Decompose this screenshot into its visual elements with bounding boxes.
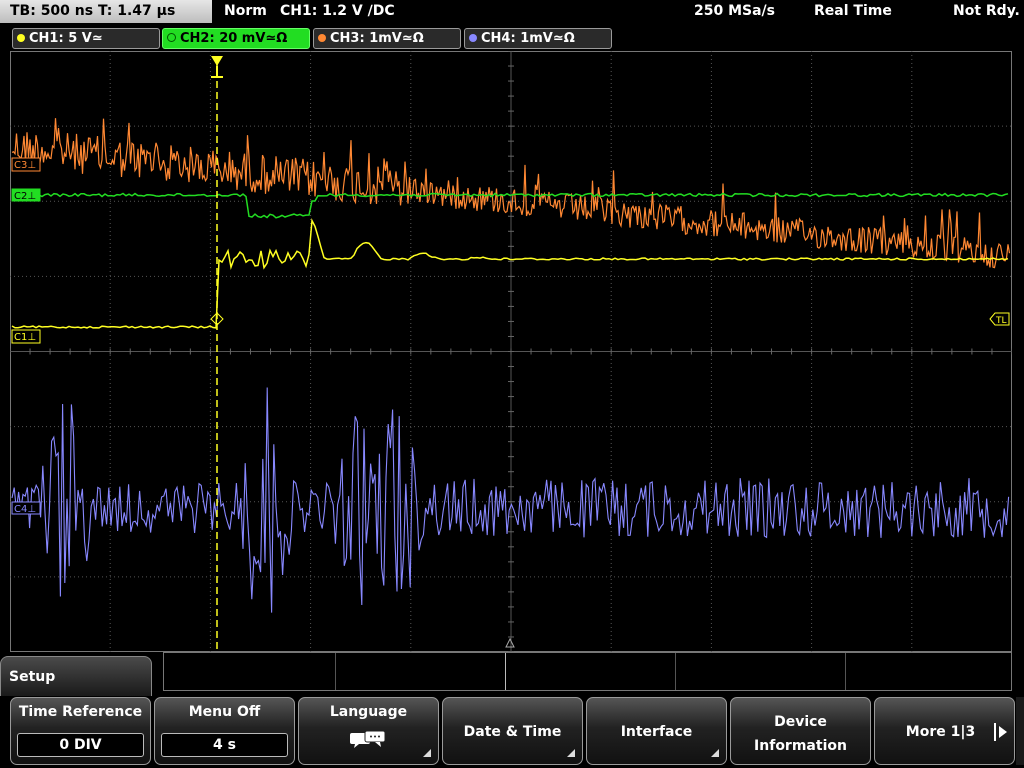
menu-title: Setup: [9, 669, 56, 685]
ch1-color-dot: [17, 34, 25, 42]
ch4-label: CH4: 1mV≃Ω: [481, 31, 575, 46]
time-reference-softkey[interactable]: Time Reference 0 DIV: [10, 697, 151, 765]
menu-info-strip: [163, 652, 1012, 691]
c2-marker-label: C2⊥: [14, 191, 36, 202]
strip-divider: [845, 653, 846, 690]
submenu-indicator-icon: [423, 749, 431, 757]
menu-title-tab: Setup: [0, 656, 152, 696]
channel-tab-ch4[interactable]: CH4: 1mV≃Ω: [464, 28, 612, 49]
graticule: [10, 51, 1012, 652]
trigger-level-label: TL: [995, 316, 1007, 326]
speech-bubble-icon: [350, 730, 386, 748]
ch2-color-dot: [167, 33, 176, 42]
time-reference-label: Time Reference: [18, 704, 143, 720]
trigger-setting[interactable]: CH1: 1.2 V ∕DC: [280, 0, 395, 23]
trigger-position-marker-icon[interactable]: [211, 56, 223, 66]
interface-label: Interface: [620, 724, 693, 740]
trigger-mode[interactable]: Norm: [224, 0, 267, 23]
date-time-label: Date & Time: [463, 724, 562, 740]
acquisition-mode[interactable]: Real Time: [814, 0, 892, 23]
waveform-svg: C3⊥ C2⊥ C1⊥ C4⊥ TL: [10, 51, 1012, 652]
ch1-label: CH1: 5 V≃: [29, 31, 103, 46]
screen-edge: [1016, 697, 1024, 765]
language-softkey[interactable]: Language: [298, 697, 439, 765]
trigger-level-marker[interactable]: TL: [989, 312, 1010, 326]
strip-divider: [505, 653, 506, 690]
channel-tab-ch3[interactable]: CH3: 1mV≃Ω: [313, 28, 461, 49]
status-bar: TB: 500 ns T: 1.47 µs Norm CH1: 1.2 V ∕D…: [0, 0, 1024, 24]
submenu-indicator-icon: [711, 749, 719, 757]
c4-marker-label: C4⊥: [14, 504, 36, 515]
more-softkey[interactable]: More 1|3: [874, 697, 1015, 765]
submenu-indicator-icon: [567, 749, 575, 757]
c1-ground-marker[interactable]: C1⊥: [11, 329, 41, 344]
channel-tab-ch1[interactable]: CH1: 5 V≃: [12, 28, 160, 49]
device-information-line1: Device: [774, 714, 827, 730]
acquisition-state: Not Rdy.: [953, 3, 1020, 19]
device-information-line2: Information: [754, 738, 847, 754]
c1-marker-label: C1⊥: [14, 332, 36, 343]
next-page-arrow-icon: [999, 726, 1007, 738]
menu-off-value[interactable]: 4 s: [161, 733, 288, 757]
interface-softkey[interactable]: Interface: [586, 697, 727, 765]
strip-divider: [335, 653, 336, 690]
waveform-display[interactable]: C3⊥ C2⊥ C1⊥ C4⊥ TL: [10, 51, 1012, 652]
ch3-label: CH3: 1mV≃Ω: [330, 31, 424, 46]
language-label: Language: [329, 704, 408, 720]
time-reference-marker-icon: [505, 637, 515, 648]
ch4-color-dot: [469, 34, 477, 42]
more-bar-icon: [994, 723, 996, 741]
ch3-color-dot: [318, 34, 326, 42]
ch2-label: CH2: 20 mV≃Ω: [180, 31, 288, 46]
time-reference-value[interactable]: 0 DIV: [17, 733, 144, 757]
sample-rate: 250 MSa/s: [694, 3, 776, 19]
c2-ground-marker[interactable]: C2⊥: [11, 188, 41, 202]
channel-tab-ch2[interactable]: CH2: 20 mV≃Ω: [162, 28, 310, 49]
device-information-softkey[interactable]: Device Information: [730, 697, 871, 765]
date-time-softkey[interactable]: Date & Time: [442, 697, 583, 765]
menu-off-label: Menu Off: [188, 704, 261, 720]
c3-ground-marker[interactable]: C3⊥: [11, 157, 41, 172]
c4-ground-marker[interactable]: C4⊥: [11, 501, 41, 515]
strip-divider: [675, 653, 676, 690]
c3-marker-label: C3⊥: [14, 160, 36, 171]
timebase-display[interactable]: TB: 500 ns T: 1.47 µs: [0, 0, 212, 23]
menu-off-softkey[interactable]: Menu Off 4 s: [154, 697, 295, 765]
ch4-trace: [11, 387, 1010, 613]
